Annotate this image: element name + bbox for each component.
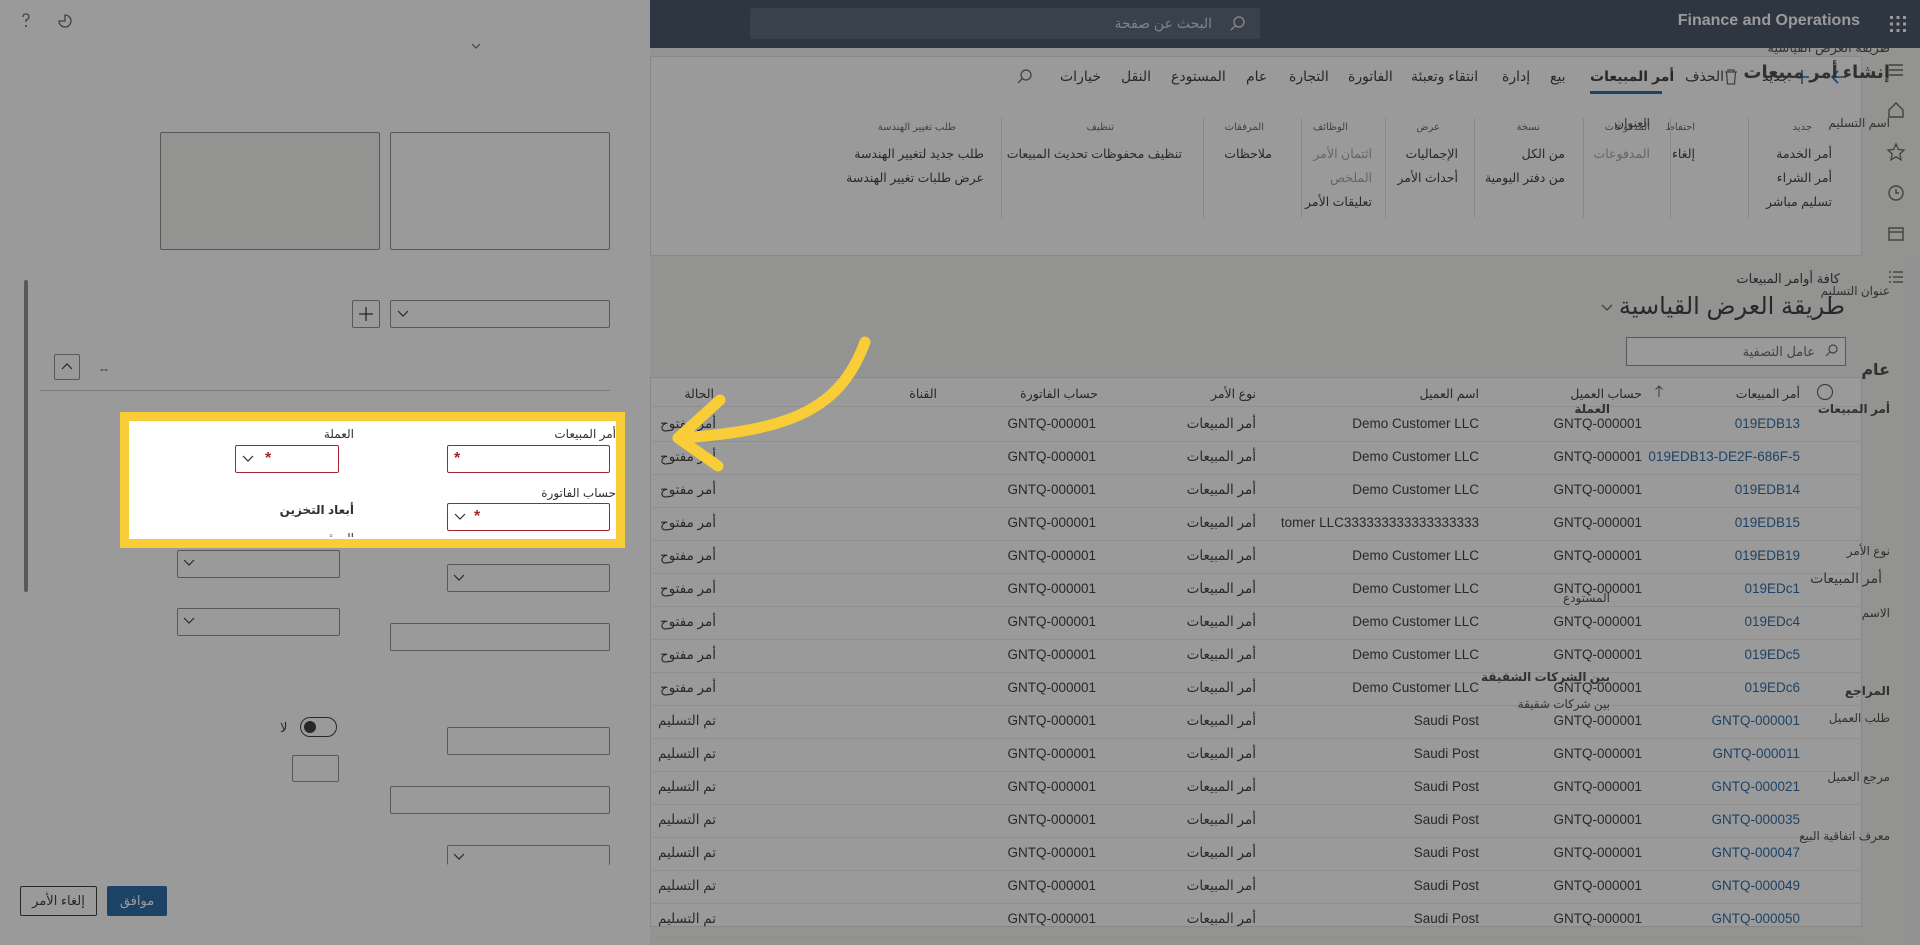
order-type-value: أمر المبيعات (1810, 570, 1882, 586)
intercompany-label: بين شركات شقيقة (1517, 697, 1610, 711)
required-indicator: * (454, 450, 461, 467)
storage-dimensions-header: أبعاد التخزين (279, 503, 354, 517)
pointer-arrow (672, 336, 871, 472)
panel-title: إنشاء أمر مبيعات (1743, 62, 1890, 82)
sales-order-group-header: أمر المبيعات (1817, 402, 1890, 416)
sales-order-field[interactable] (447, 445, 610, 473)
chevron-down-icon[interactable] (241, 453, 255, 465)
chevron-down-icon[interactable] (453, 511, 467, 523)
intercompany-group-header: بين الشركات الشقيقة (1481, 670, 1610, 684)
delivery-address-label: عنوان التسليم (1820, 284, 1890, 298)
invoice-account-select[interactable] (447, 503, 610, 531)
invoice-account-label: حساب الفاتورة (541, 486, 616, 500)
site-label: الموقع (322, 531, 354, 537)
sales-order-label: أمر المبيعات (554, 427, 616, 441)
general-section-header[interactable]: عام (1861, 360, 1890, 380)
delivery-name-label: اسم التسليم (1828, 116, 1890, 130)
currency-label: العملة (323, 427, 354, 441)
name-label: الاسم (1861, 606, 1890, 620)
sales-agreement-label: معرف اتفاقية البيع (1799, 829, 1890, 843)
order-type-label: نوع الأمر (1846, 544, 1890, 558)
currency-group-header: العملة (1574, 402, 1610, 416)
warehouse-label: المستودع (1563, 591, 1610, 605)
highlight-callout: أمر المبيعات * العملة * حساب الفاتورة * … (120, 412, 625, 548)
customer-reference-label: مرجع العميل (1827, 770, 1890, 784)
required-indicator: * (265, 450, 272, 467)
address-label: العنوان (1615, 116, 1650, 130)
panel-view-selector[interactable]: طريقة العرض القياسية (1768, 40, 1890, 56)
references-group-header: المراجع (1844, 684, 1890, 698)
required-indicator: * (474, 508, 481, 525)
customer-requisition-label: طلب العميل (1828, 711, 1890, 725)
